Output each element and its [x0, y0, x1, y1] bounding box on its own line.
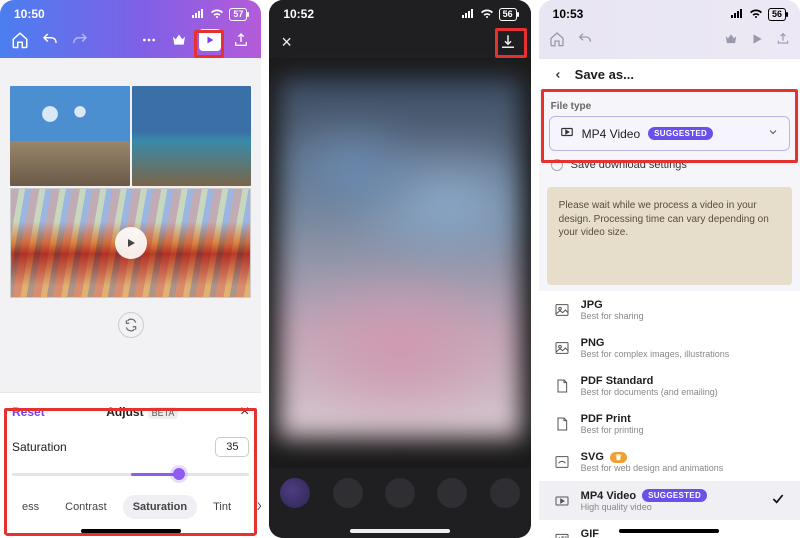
- adjust-title: AdjustBETA: [106, 405, 178, 419]
- format-png[interactable]: PNGBest for complex images, illustration…: [539, 329, 800, 367]
- video-play-icon[interactable]: [115, 227, 147, 259]
- tab-saturation[interactable]: Saturation: [123, 495, 197, 519]
- document-icon: [553, 377, 571, 395]
- panel-adjust: 10:50 57: [0, 0, 261, 538]
- video-icon: [553, 492, 571, 510]
- param-label: Saturation: [12, 440, 67, 454]
- image-tile-1[interactable]: [10, 86, 130, 186]
- close-icon[interactable]: ×: [281, 32, 292, 53]
- adjust-sheet: Reset AdjustBETA × Saturation 35 ess Con…: [0, 392, 261, 538]
- home-icon[interactable]: [10, 30, 30, 50]
- save-as-title: Save as...: [575, 67, 634, 82]
- status-time: 10:53: [553, 7, 584, 21]
- crown-icon[interactable]: [169, 30, 189, 50]
- saturation-slider[interactable]: [12, 467, 249, 481]
- status-time: 10:52: [283, 7, 314, 21]
- home-icon[interactable]: [549, 31, 565, 50]
- processing-message: Please wait while we process a video in …: [547, 187, 792, 285]
- signal-icon: [730, 9, 744, 19]
- radio-icon: [551, 159, 563, 171]
- save-settings-checkbox[interactable]: Save download settings: [549, 151, 790, 175]
- wifi-icon: [480, 9, 494, 19]
- play-icon[interactable]: [750, 32, 764, 49]
- filetype-label: File type: [551, 101, 788, 112]
- undo-icon[interactable]: [577, 31, 593, 50]
- svg-icon: [553, 453, 571, 471]
- format-mp4[interactable]: MP4 VideoSUGGESTEDHigh quality video: [539, 481, 800, 520]
- tab-xprocess[interactable]: X-Proce: [247, 495, 261, 519]
- tab-brightness[interactable]: ess: [12, 495, 49, 519]
- battery-icon: 56: [499, 8, 517, 21]
- sync-icon[interactable]: [118, 312, 144, 338]
- video-tile[interactable]: [10, 188, 251, 298]
- export-icon[interactable]: [231, 30, 251, 50]
- filetype-value: MP4 Video: [582, 127, 640, 141]
- chevron-down-icon: [767, 126, 779, 141]
- home-indicator: [350, 529, 450, 533]
- design-canvas[interactable]: [0, 58, 261, 338]
- download-button[interactable]: [497, 31, 519, 53]
- export-icon[interactable]: [776, 32, 790, 49]
- undo-icon[interactable]: [40, 30, 60, 50]
- toolbar-icon[interactable]: [437, 478, 467, 508]
- chevron-left-icon: [551, 68, 565, 82]
- image-icon: [553, 301, 571, 319]
- wifi-icon: [749, 9, 763, 19]
- more-icon[interactable]: [139, 30, 159, 50]
- document-icon: [553, 415, 571, 433]
- home-indicator: [81, 529, 181, 533]
- tab-tint[interactable]: Tint: [203, 495, 241, 519]
- panel-preview: 10:52 56 ×: [269, 0, 530, 538]
- check-icon: [770, 491, 786, 510]
- signal-icon: [191, 9, 205, 19]
- format-list: JPGBest for sharing PNGBest for complex …: [539, 291, 800, 538]
- filetype-select[interactable]: MP4 Video SUGGESTED: [549, 116, 790, 151]
- format-pdf-print[interactable]: PDF PrintBest for printing: [539, 405, 800, 443]
- wifi-icon: [210, 9, 224, 19]
- suggested-badge: SUGGESTED: [648, 127, 713, 140]
- save-as-header[interactable]: Save as...: [539, 58, 800, 91]
- signal-icon: [461, 9, 475, 19]
- format-svg[interactable]: SVG♛Best for web design and animations: [539, 443, 800, 481]
- video-icon: [560, 125, 574, 142]
- toolbar-icon[interactable]: [280, 478, 310, 508]
- battery-icon: 57: [229, 8, 247, 21]
- image-tile-2[interactable]: [132, 86, 252, 186]
- toolbar-icon[interactable]: [490, 478, 520, 508]
- toolbar-icon[interactable]: [385, 478, 415, 508]
- status-bar: 10:53 56: [539, 0, 800, 28]
- play-button[interactable]: [199, 29, 221, 51]
- close-icon[interactable]: ×: [240, 403, 249, 421]
- app-header: 10:50 57: [0, 0, 261, 58]
- home-indicator: [619, 529, 719, 533]
- toolbar-icon[interactable]: [333, 478, 363, 508]
- status-time: 10:50: [14, 7, 45, 21]
- crown-icon[interactable]: [724, 32, 738, 49]
- panel-saveas: 10:53 56 Save as... File type MP4 Video …: [539, 0, 800, 538]
- pro-badge: ♛: [610, 452, 627, 463]
- status-bar: 10:52 56: [269, 0, 530, 28]
- adjust-tabs: ess Contrast Saturation Tint X-Proce: [12, 495, 249, 525]
- status-bar: 10:50 57: [0, 0, 261, 28]
- tab-contrast[interactable]: Contrast: [55, 495, 117, 519]
- battery-icon: 56: [768, 8, 786, 21]
- preview-header: 10:52 56 ×: [269, 0, 530, 58]
- video-preview[interactable]: [279, 78, 520, 438]
- image-icon: [553, 339, 571, 357]
- reset-button[interactable]: Reset: [12, 405, 45, 419]
- app-header: 10:53 56: [539, 0, 800, 58]
- redo-icon[interactable]: [70, 30, 90, 50]
- param-value[interactable]: 35: [215, 437, 249, 457]
- format-jpg[interactable]: JPGBest for sharing: [539, 291, 800, 329]
- format-pdf-standard[interactable]: PDF StandardBest for documents (and emai…: [539, 367, 800, 405]
- preview-toolbar: [269, 468, 530, 538]
